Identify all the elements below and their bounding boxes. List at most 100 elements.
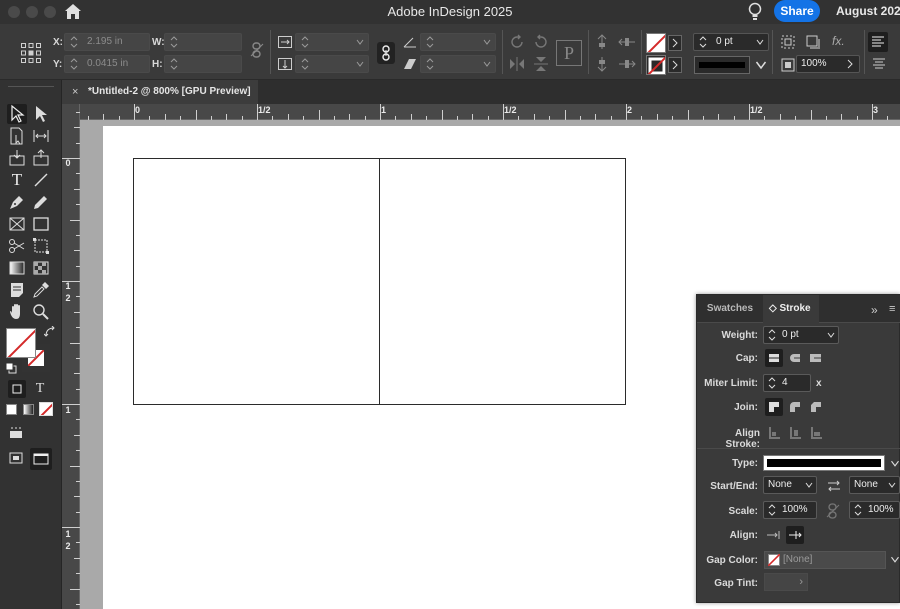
select-content-icon[interactable] <box>594 56 610 72</box>
flip-horizontal-icon[interactable] <box>509 56 525 72</box>
scissors-tool[interactable] <box>7 236 27 256</box>
rectangle-frame-tool[interactable] <box>7 214 27 234</box>
pen-tool[interactable] <box>7 192 27 212</box>
spinner-icon[interactable] <box>425 35 435 49</box>
chevron-down-icon[interactable] <box>805 482 813 488</box>
page-tool[interactable] <box>7 126 27 146</box>
scale-end-field[interactable]: 100% <box>849 501 900 519</box>
chevron-down-icon[interactable] <box>356 61 364 67</box>
chevron-down-icon[interactable] <box>890 556 900 563</box>
link-scale-icon[interactable] <box>826 503 840 519</box>
chevron-down-icon[interactable] <box>890 460 900 467</box>
lightbulb-icon[interactable] <box>748 2 762 22</box>
note-tool[interactable] <box>7 280 27 300</box>
rotate-cw-icon[interactable] <box>509 34 525 50</box>
rotation-angle-field[interactable] <box>420 33 496 51</box>
rotate-ccw-icon[interactable] <box>533 34 549 50</box>
shear-angle-field[interactable] <box>420 55 496 73</box>
eyedropper-tool[interactable] <box>31 280 51 300</box>
stroke-weight-field[interactable]: 0 pt <box>693 33 769 51</box>
text-frame-p-icon[interactable]: P <box>556 40 582 66</box>
end-arrowhead-select[interactable]: None <box>849 476 900 494</box>
spinner-icon[interactable] <box>767 328 777 342</box>
gradient-swatch-tool[interactable] <box>7 258 27 278</box>
arrowhead-inside-button[interactable] <box>786 526 804 544</box>
chevron-down-icon[interactable] <box>356 39 364 45</box>
start-arrowhead-select[interactable]: None <box>763 476 817 494</box>
align-center-icon[interactable] <box>871 57 887 71</box>
spinner-icon[interactable] <box>853 503 863 517</box>
butt-cap-button[interactable] <box>765 349 783 367</box>
type-tool[interactable]: T <box>7 170 27 190</box>
gap-tool[interactable] <box>31 126 51 146</box>
free-transform-tool[interactable] <box>31 236 51 256</box>
panel-menu-icon[interactable]: ≡ <box>889 303 895 315</box>
vertical-ruler[interactable]: 0 1 2 1 1 2 <box>62 104 80 609</box>
default-fill-stroke-icon[interactable] <box>5 362 17 374</box>
zoom-tool[interactable] <box>31 302 51 322</box>
select-next-object-icon[interactable] <box>618 56 636 72</box>
fill-swatch-menu-button[interactable] <box>668 35 682 51</box>
fill-swatch[interactable] <box>646 33 666 53</box>
formatting-affects-container-button[interactable] <box>8 380 26 398</box>
effects-fx-icon[interactable]: fx. <box>832 34 845 48</box>
apply-gradient-button[interactable] <box>23 404 34 415</box>
weight-field[interactable]: 0 pt <box>763 326 839 344</box>
spinner-icon[interactable] <box>169 57 179 71</box>
spinner-icon[interactable] <box>300 57 310 71</box>
apply-none-button[interactable] <box>39 402 53 416</box>
rectangle-frame-right[interactable] <box>379 158 626 405</box>
spinner-icon[interactable] <box>69 57 79 71</box>
swap-fill-stroke-icon[interactable] <box>44 326 56 338</box>
spinner-icon[interactable] <box>300 35 310 49</box>
fill-proxy-front[interactable] <box>6 328 36 358</box>
preview-mode-button[interactable] <box>30 448 52 470</box>
select-previous-object-icon[interactable] <box>618 34 636 50</box>
share-button[interactable]: Share <box>774 0 820 22</box>
stroke-type-preview[interactable] <box>694 56 750 74</box>
spinner-icon[interactable] <box>425 57 435 71</box>
pencil-tool[interactable] <box>31 192 51 212</box>
drop-shadow-icon[interactable] <box>806 35 820 49</box>
opacity-menu-button[interactable] <box>842 56 858 72</box>
align-left-button[interactable] <box>868 32 888 52</box>
gap-color-select[interactable]: [None] <box>764 551 886 569</box>
round-cap-button[interactable] <box>786 349 804 367</box>
reference-point-icon[interactable] <box>20 42 42 64</box>
scale-x-field[interactable] <box>295 33 369 51</box>
close-tab-icon[interactable]: × <box>72 80 78 104</box>
tab-stroke[interactable]: ◇ Stroke <box>763 295 819 323</box>
align-stroke-inside-button[interactable] <box>786 424 804 442</box>
projecting-cap-button[interactable] <box>807 349 825 367</box>
round-join-button[interactable] <box>786 398 804 416</box>
x-position-field[interactable]: 2.195 in <box>64 33 150 51</box>
constrain-scale-button[interactable] <box>377 42 395 64</box>
chevron-down-icon[interactable] <box>483 61 491 67</box>
chevron-down-icon[interactable] <box>756 39 764 45</box>
direct-selection-tool[interactable] <box>31 104 51 124</box>
gap-tint-field[interactable]: › <box>764 573 808 591</box>
flip-vertical-icon[interactable] <box>533 56 549 72</box>
miter-join-button[interactable] <box>765 398 783 416</box>
document-tab[interactable]: × *Untitled-2 @ 800% [GPU Preview] <box>62 80 258 104</box>
horizontal-ruler[interactable]: 0 1/2 1 1/2 2 1/2 3 <box>80 104 900 120</box>
toolbox-grip[interactable] <box>8 86 54 94</box>
line-tool[interactable] <box>31 170 51 190</box>
formatting-affects-text-button[interactable]: T <box>31 380 49 398</box>
content-placer-tool[interactable] <box>31 148 51 168</box>
chevron-down-icon[interactable] <box>827 332 835 338</box>
chevron-down-icon[interactable] <box>755 60 767 70</box>
gradient-feather-tool[interactable] <box>31 258 51 278</box>
scale-y-field[interactable] <box>295 55 369 73</box>
stroke-swatch-menu-button[interactable] <box>668 57 682 73</box>
y-position-field[interactable]: 0.0415 in <box>64 55 150 73</box>
normal-view-icon[interactable] <box>8 450 24 466</box>
align-stroke-center-button[interactable] <box>765 424 783 442</box>
frame-fitting-icon[interactable] <box>781 35 795 49</box>
height-field[interactable] <box>164 55 242 73</box>
content-collector-tool[interactable] <box>7 148 27 168</box>
bevel-join-button[interactable] <box>807 398 825 416</box>
rectangle-frame-left[interactable] <box>133 158 380 405</box>
rectangle-tool[interactable] <box>31 214 51 234</box>
screen-mode-icon[interactable] <box>8 424 24 440</box>
